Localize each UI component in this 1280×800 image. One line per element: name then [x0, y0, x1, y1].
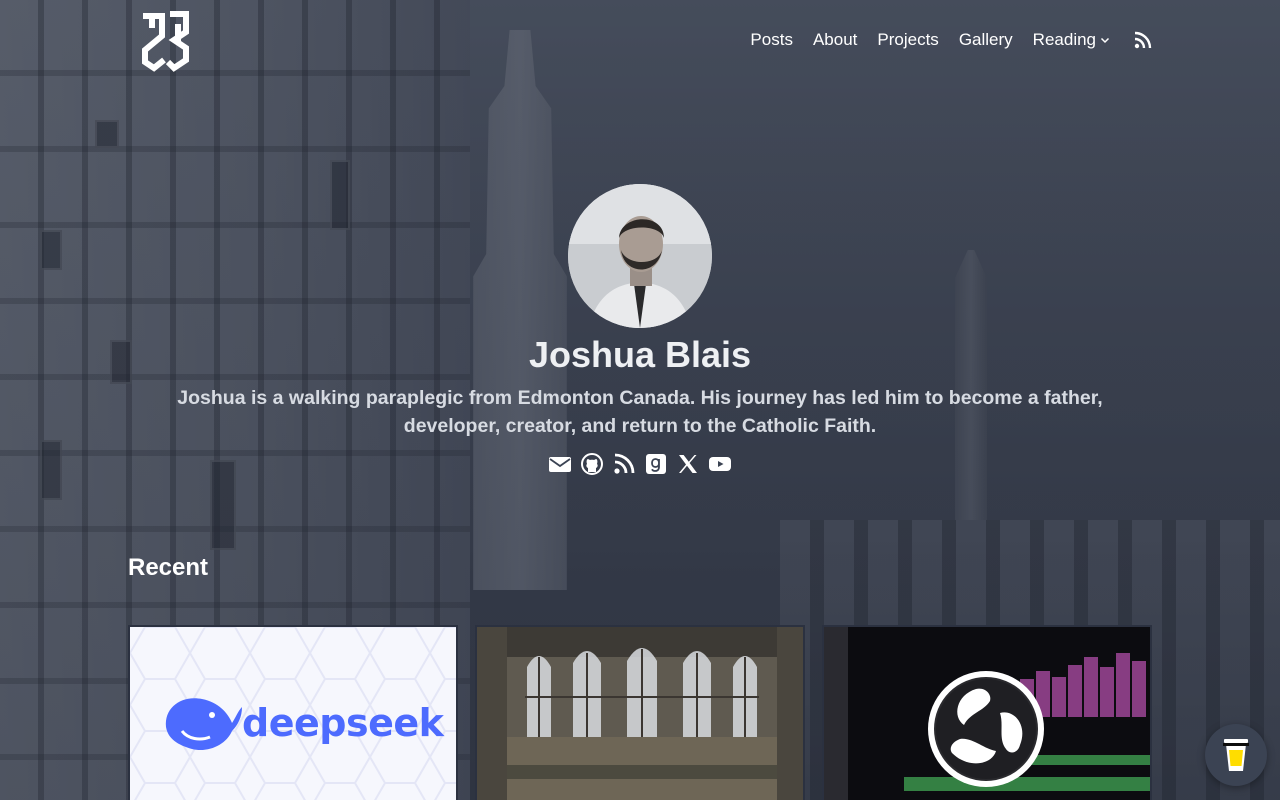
- site-header: Posts About Projects Gallery Reading: [0, 0, 1280, 84]
- x-link[interactable]: [676, 452, 700, 476]
- nav-projects[interactable]: Projects: [877, 30, 938, 50]
- rss-icon: [614, 453, 635, 474]
- cathedral-interior-thumbnail-icon: [477, 627, 803, 800]
- profile-avatar: [568, 184, 712, 328]
- recent-post-card[interactable]: [475, 625, 805, 800]
- jb-monogram-logo-icon: [142, 11, 189, 72]
- author-name: Joshua Blais: [528, 334, 752, 375]
- nav-gallery[interactable]: Gallery: [959, 30, 1013, 50]
- youtube-link[interactable]: [708, 452, 732, 476]
- recent-post-card[interactable]: [822, 625, 1152, 800]
- youtube-icon: [709, 457, 731, 471]
- site-logo[interactable]: [140, 10, 190, 72]
- github-link[interactable]: [580, 452, 604, 476]
- envelope-icon: [549, 457, 571, 472]
- blog-rss-link[interactable]: [612, 452, 636, 476]
- nav-posts[interactable]: Posts: [750, 30, 793, 50]
- recent-post-card[interactable]: deepseek: [128, 625, 458, 800]
- profile-photo-icon: [568, 184, 712, 328]
- nav-rss-link[interactable]: [1134, 31, 1152, 49]
- chevron-down-icon: [1100, 37, 1110, 44]
- goodreads-icon: [646, 454, 666, 474]
- coffee-cup-icon: [1223, 739, 1249, 771]
- rss-icon: [1134, 31, 1152, 49]
- email-link[interactable]: [548, 452, 572, 476]
- recent-posts-grid: deepseek: [128, 625, 1152, 800]
- goodreads-link[interactable]: [644, 452, 668, 476]
- nav-reading-dropdown[interactable]: Reading: [1033, 30, 1110, 50]
- author-bio: Joshua is a walking paraplegic from Edmo…: [177, 387, 1103, 437]
- social-links: [0, 452, 1280, 476]
- recent-section-title: Recent: [128, 554, 209, 581]
- nav-about[interactable]: About: [813, 30, 857, 50]
- buy-me-a-coffee-button[interactable]: [1205, 724, 1267, 786]
- x-icon: [679, 455, 697, 473]
- obs-studio-thumbnail-icon: [824, 627, 1150, 800]
- main-nav: Posts About Projects Gallery Reading: [750, 30, 1152, 50]
- github-icon: [581, 453, 603, 475]
- deepseek-logo-text: deepseek: [242, 701, 444, 745]
